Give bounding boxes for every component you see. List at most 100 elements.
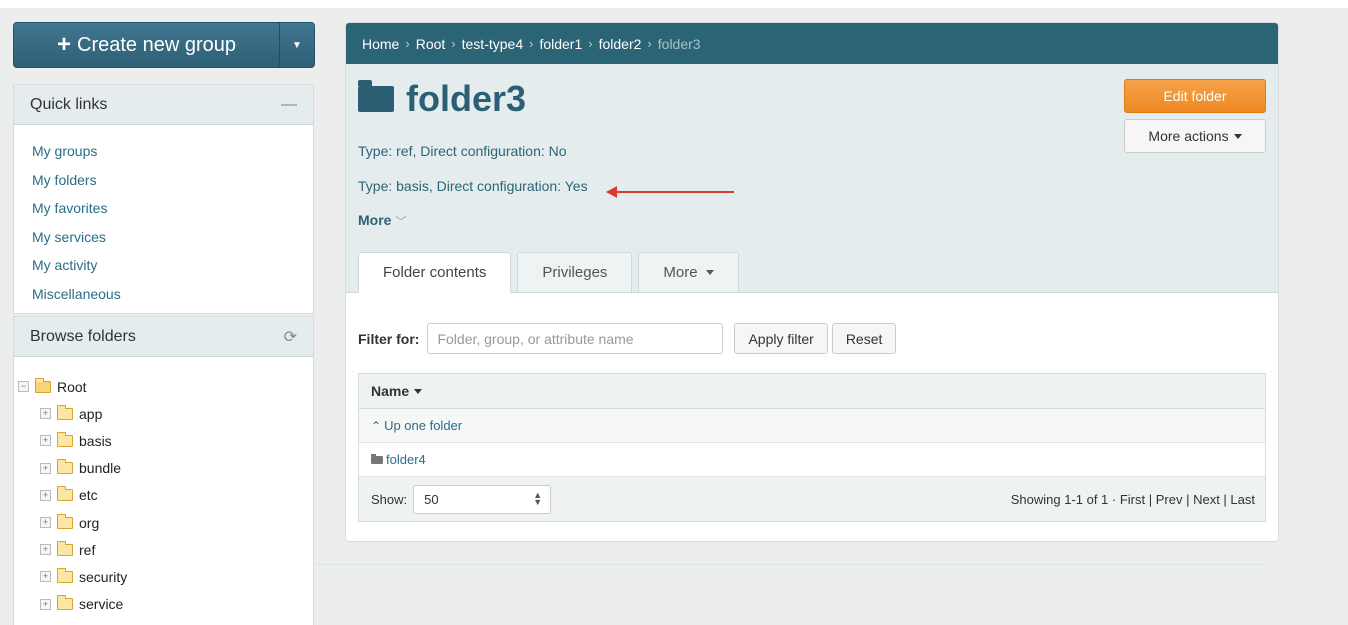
tree-node-etc[interactable]: + etc bbox=[18, 482, 313, 509]
breadcrumb-separator: › bbox=[647, 36, 652, 51]
tree-node-label: org bbox=[79, 514, 100, 531]
results-summary: Showing 1-1 of 1 · bbox=[1010, 491, 1120, 507]
tree-node-label: app bbox=[79, 405, 103, 422]
more-actions-button[interactable]: More actions bbox=[1124, 119, 1266, 153]
table-footer: Show: 50 ▲ ▼ Showing 1-1 of 1 · First | P… bbox=[359, 477, 1265, 521]
refresh-icon[interactable]: ⟳ bbox=[284, 327, 297, 347]
tab-privileges[interactable]: Privileges bbox=[517, 252, 633, 292]
tree-node-label: ref bbox=[79, 541, 96, 558]
tab-label: More bbox=[663, 264, 698, 281]
more-actions-label: More actions bbox=[1148, 128, 1229, 144]
tree-node-label: etc bbox=[79, 487, 98, 504]
folder-icon bbox=[57, 540, 73, 556]
breadcrumb-root[interactable]: Root bbox=[416, 36, 446, 52]
edit-folder-button[interactable]: Edit folder bbox=[1124, 79, 1266, 113]
collapse-icon[interactable]: — bbox=[281, 96, 297, 114]
pagination: Showing 1-1 of 1 · First | Prev | Next |… bbox=[1010, 491, 1255, 507]
chevron-down-icon: ▼ bbox=[292, 39, 302, 51]
filter-label: Filter for: bbox=[358, 330, 420, 347]
quick-link-my-activity[interactable]: My activity bbox=[32, 251, 295, 280]
tab-more[interactable]: More bbox=[638, 252, 739, 292]
pager-prev-link[interactable]: Prev bbox=[1156, 492, 1183, 507]
create-dropdown-toggle[interactable]: ▼ bbox=[280, 23, 314, 67]
create-new-group-button[interactable]: + Create new group ▼ bbox=[13, 22, 315, 68]
folder-icon bbox=[57, 567, 73, 583]
annotation-arrow bbox=[606, 186, 734, 198]
sort-caret-icon bbox=[414, 388, 423, 394]
folder-type-line: Type: basis, Direct configuration: Yes bbox=[358, 178, 588, 194]
breadcrumb-folder1[interactable]: folder1 bbox=[539, 36, 582, 52]
tree-node-label: Root bbox=[57, 378, 87, 395]
name-column-header[interactable]: Name bbox=[359, 374, 1265, 409]
breadcrumb-home[interactable]: Home bbox=[362, 36, 399, 52]
expand-toggle-icon[interactable]: + bbox=[40, 517, 51, 529]
tree-node-ref[interactable]: + ref bbox=[18, 536, 313, 563]
quick-link-my-favorites[interactable]: My favorites bbox=[32, 194, 295, 223]
divider bbox=[315, 564, 1265, 565]
tree-node-root[interactable]: − Root bbox=[18, 373, 313, 400]
table-row: folder4 bbox=[359, 443, 1265, 477]
tree-node-bundle[interactable]: + bundle bbox=[18, 455, 313, 482]
create-group-label: Create new group bbox=[77, 33, 236, 56]
top-strip bbox=[0, 0, 1348, 8]
quick-links-title: Quick links bbox=[30, 95, 108, 113]
page-title: folder3 bbox=[406, 78, 527, 119]
collapse-toggle-icon[interactable]: − bbox=[18, 381, 29, 393]
tab-folder-contents[interactable]: Folder contents bbox=[358, 252, 512, 293]
tree-node-label: security bbox=[79, 568, 128, 585]
folder-icon bbox=[57, 513, 73, 529]
pager-next-link[interactable]: Next bbox=[1193, 492, 1220, 507]
tab-label: Folder contents bbox=[383, 264, 487, 281]
quick-link-my-folders[interactable]: My folders bbox=[32, 166, 295, 195]
apply-filter-button[interactable]: Apply filter bbox=[734, 323, 828, 354]
breadcrumb: Home › Root › test-type4 › folder1 › fol… bbox=[346, 23, 1278, 64]
table-row: ⌃ Up one folder bbox=[359, 409, 1265, 443]
quick-link-miscellaneous[interactable]: Miscellaneous bbox=[32, 280, 295, 309]
expand-toggle-icon[interactable]: + bbox=[40, 462, 51, 474]
quick-links-panel: Quick links — My groups My folders My fa… bbox=[13, 84, 314, 314]
expand-toggle-icon[interactable]: + bbox=[40, 408, 51, 420]
expand-toggle-icon[interactable]: + bbox=[40, 489, 51, 501]
more-details-label: More bbox=[358, 212, 392, 228]
expand-toggle-icon[interactable]: + bbox=[40, 598, 51, 610]
name-header-label: Name bbox=[371, 383, 410, 399]
expand-toggle-icon[interactable]: + bbox=[40, 435, 51, 447]
caret-down-icon bbox=[705, 270, 714, 275]
breadcrumb-folder2[interactable]: folder2 bbox=[599, 36, 642, 52]
tree-node-basis[interactable]: + basis bbox=[18, 427, 313, 454]
tree-node-label: service bbox=[79, 596, 124, 613]
create-group-main[interactable]: + Create new group bbox=[14, 23, 280, 67]
breadcrumb-test-type4[interactable]: test-type4 bbox=[462, 36, 523, 52]
more-details-link[interactable]: More ﹀ bbox=[358, 212, 406, 229]
tree-node-service[interactable]: + service bbox=[18, 591, 313, 618]
folder-type-line: Type: ref, Direct configuration: No bbox=[358, 143, 567, 159]
show-label: Show: bbox=[371, 491, 408, 507]
filter-input[interactable] bbox=[427, 323, 724, 354]
page-size-select[interactable]: 50 ▲ ▼ bbox=[413, 484, 552, 514]
folder-icon bbox=[57, 595, 73, 611]
reset-button[interactable]: Reset bbox=[831, 323, 897, 354]
up-one-folder-link[interactable]: Up one folder bbox=[384, 418, 462, 433]
folder-icon bbox=[57, 459, 73, 475]
tree-node-app[interactable]: + app bbox=[18, 400, 313, 427]
tab-label: Privileges bbox=[542, 264, 608, 281]
breadcrumb-separator: › bbox=[588, 36, 593, 51]
tree-node-security[interactable]: + security bbox=[18, 563, 313, 590]
quick-links-header[interactable]: Quick links — bbox=[14, 85, 313, 125]
updown-arrows-icon: ▲ ▼ bbox=[533, 490, 543, 507]
pager-last-link[interactable]: Last bbox=[1230, 492, 1255, 507]
folder-icon bbox=[57, 431, 73, 447]
expand-toggle-icon[interactable]: + bbox=[40, 544, 51, 556]
pager-first-link[interactable]: First bbox=[1120, 492, 1145, 507]
folder4-link[interactable]: folder4 bbox=[386, 452, 426, 467]
chevron-up-icon: ⌃ bbox=[371, 418, 382, 433]
quick-link-my-groups[interactable]: My groups bbox=[32, 137, 295, 166]
browse-folders-header: Browse folders ⟳ bbox=[14, 317, 313, 357]
folder-tabs: Folder contents Privileges More bbox=[358, 252, 745, 293]
quick-link-my-services[interactable]: My services bbox=[32, 223, 295, 252]
breadcrumb-separator: › bbox=[405, 36, 410, 51]
plus-icon: + bbox=[57, 31, 72, 58]
browse-folders-title: Browse folders bbox=[30, 327, 136, 345]
tree-node-org[interactable]: + org bbox=[18, 509, 313, 536]
expand-toggle-icon[interactable]: + bbox=[40, 571, 51, 583]
